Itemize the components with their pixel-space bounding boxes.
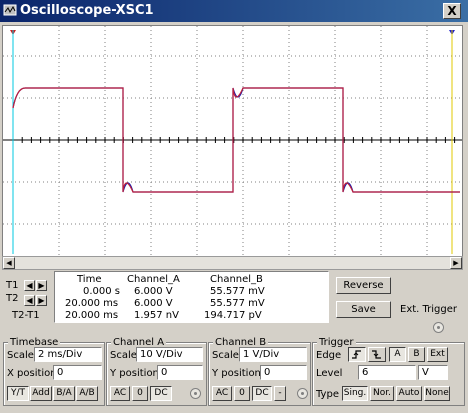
right-arrow-icon: ▶ bbox=[453, 259, 459, 267]
channel-b-dc-button[interactable]: DC bbox=[252, 386, 272, 401]
channel-b-minus-button[interactable]: - bbox=[274, 386, 286, 401]
channel-b-terminal[interactable] bbox=[297, 388, 308, 399]
falling-edge-icon bbox=[372, 350, 381, 359]
measurement-readout: Time Channel_A Channel_B 0.000 s 6.000 V… bbox=[54, 271, 329, 323]
channel-b-ypos-label: Y position bbox=[212, 368, 261, 379]
horizontal-scrollbar[interactable]: ◀ ▶ bbox=[2, 256, 463, 270]
channel-a-scale-label: Scale bbox=[110, 350, 137, 361]
t2-label: T2 bbox=[6, 293, 19, 304]
mode-ab-button[interactable]: A/B bbox=[76, 386, 98, 401]
readout-t1-time: 0.000 s bbox=[83, 286, 121, 297]
channel-a-ypos-field[interactable]: 0 bbox=[157, 365, 203, 380]
trigger-source-ext-button[interactable]: Ext bbox=[427, 347, 448, 362]
trigger-source-b-button[interactable]: B bbox=[408, 347, 425, 362]
mode-add-button[interactable]: Add bbox=[30, 386, 52, 401]
readout-diff-channel-b: 194.717 pV bbox=[204, 310, 262, 321]
trigger-type-normal-button[interactable]: Nor. bbox=[370, 386, 394, 401]
readout-t2-channel-b: 55.577 mV bbox=[210, 298, 265, 309]
channel-b-scale-field[interactable]: 1 V/Div bbox=[239, 347, 307, 362]
t1-left-button[interactable]: ◀ bbox=[24, 280, 35, 291]
channel-b-ac-button[interactable]: AC bbox=[212, 386, 232, 401]
readout-diff-time: 20.000 ms bbox=[65, 310, 119, 321]
arrow-right-icon: ▶ bbox=[38, 296, 45, 305]
t1-label: T1 bbox=[6, 280, 19, 291]
channel-a-zero-button[interactable]: 0 bbox=[132, 386, 148, 401]
trigger-type-label: Type bbox=[316, 389, 339, 400]
oscilloscope-icon bbox=[3, 4, 17, 16]
readout-header-time: Time bbox=[77, 274, 102, 285]
trigger-level-label: Level bbox=[316, 368, 343, 379]
scope-screen bbox=[2, 25, 463, 257]
timebase-scale-label: Scale bbox=[7, 350, 34, 361]
scroll-right-button[interactable]: ▶ bbox=[450, 257, 462, 269]
channel-a-ac-button[interactable]: AC bbox=[110, 386, 130, 401]
scroll-left-button[interactable]: ◀ bbox=[3, 257, 15, 269]
timebase-scale-field[interactable]: 2 ms/Div bbox=[34, 347, 102, 362]
t2-t1-label: T2-T1 bbox=[12, 310, 40, 321]
readout-header-channel-b: Channel_B bbox=[210, 274, 263, 285]
trigger-edge-label: Edge bbox=[316, 350, 342, 361]
title-bar: Oscilloscope-XSC1 X bbox=[0, 0, 468, 22]
trigger-type-single-button[interactable]: Sing. bbox=[342, 386, 368, 401]
trigger-source-a-button[interactable]: A bbox=[389, 347, 406, 362]
reverse-button[interactable]: Reverse bbox=[336, 277, 391, 294]
trigger-level-field[interactable]: 6 bbox=[358, 365, 416, 380]
readout-header-channel-a: Channel_A bbox=[127, 274, 180, 285]
mode-ba-button[interactable]: B/A bbox=[53, 386, 75, 401]
channel-a-terminal[interactable] bbox=[190, 388, 201, 399]
ext-trigger-terminal[interactable] bbox=[433, 322, 444, 333]
save-button[interactable]: Save bbox=[336, 301, 391, 318]
edge-falling-button[interactable] bbox=[368, 347, 386, 362]
readout-t1-channel-a: 6.000 V bbox=[134, 286, 173, 297]
channel-b-ypos-field[interactable]: 0 bbox=[260, 365, 307, 380]
arrow-left-icon: ◀ bbox=[26, 296, 33, 305]
trigger-level-unit[interactable]: V bbox=[418, 365, 448, 380]
readout-t2-time: 20.000 ms bbox=[65, 298, 119, 309]
arrow-right-icon: ▶ bbox=[38, 281, 45, 290]
scope-display bbox=[3, 26, 462, 256]
channel-a-ypos-label: Y position bbox=[110, 368, 159, 379]
ext-trigger-label: Ext. Trigger bbox=[400, 304, 458, 315]
edge-rising-button[interactable] bbox=[348, 347, 366, 362]
t2-left-button[interactable]: ◀ bbox=[24, 295, 35, 306]
channel-a-scale-field[interactable]: 10 V/Div bbox=[136, 347, 203, 362]
readout-diff-channel-a: 1.957 nV bbox=[134, 310, 179, 321]
t2-right-button[interactable]: ▶ bbox=[36, 295, 47, 306]
trigger-type-auto-button[interactable]: Auto bbox=[396, 386, 422, 401]
readout-t2-channel-a: 6.000 V bbox=[134, 298, 173, 309]
arrow-left-icon: ◀ bbox=[26, 281, 33, 290]
timebase-xpos-field[interactable]: 0 bbox=[53, 365, 102, 380]
cursor-controls: T1 ◀ ▶ T2 ◀ ▶ T2-T1 bbox=[4, 272, 52, 322]
window-title: Oscilloscope-XSC1 bbox=[20, 3, 154, 18]
trigger-type-none-button[interactable]: None bbox=[424, 386, 450, 401]
mode-yt-button[interactable]: Y/T bbox=[7, 386, 29, 401]
timebase-xpos-label: X position bbox=[7, 368, 57, 379]
left-arrow-icon: ◀ bbox=[6, 259, 12, 267]
channel-a-dc-button[interactable]: DC bbox=[150, 386, 172, 401]
readout-t1-channel-b: 55.577 mV bbox=[210, 286, 265, 297]
channel-b-zero-button[interactable]: 0 bbox=[234, 386, 250, 401]
close-button[interactable]: X bbox=[443, 3, 461, 19]
channel-b-scale-label: Scale bbox=[212, 350, 239, 361]
t1-right-button[interactable]: ▶ bbox=[36, 280, 47, 291]
rising-edge-icon bbox=[352, 350, 361, 359]
